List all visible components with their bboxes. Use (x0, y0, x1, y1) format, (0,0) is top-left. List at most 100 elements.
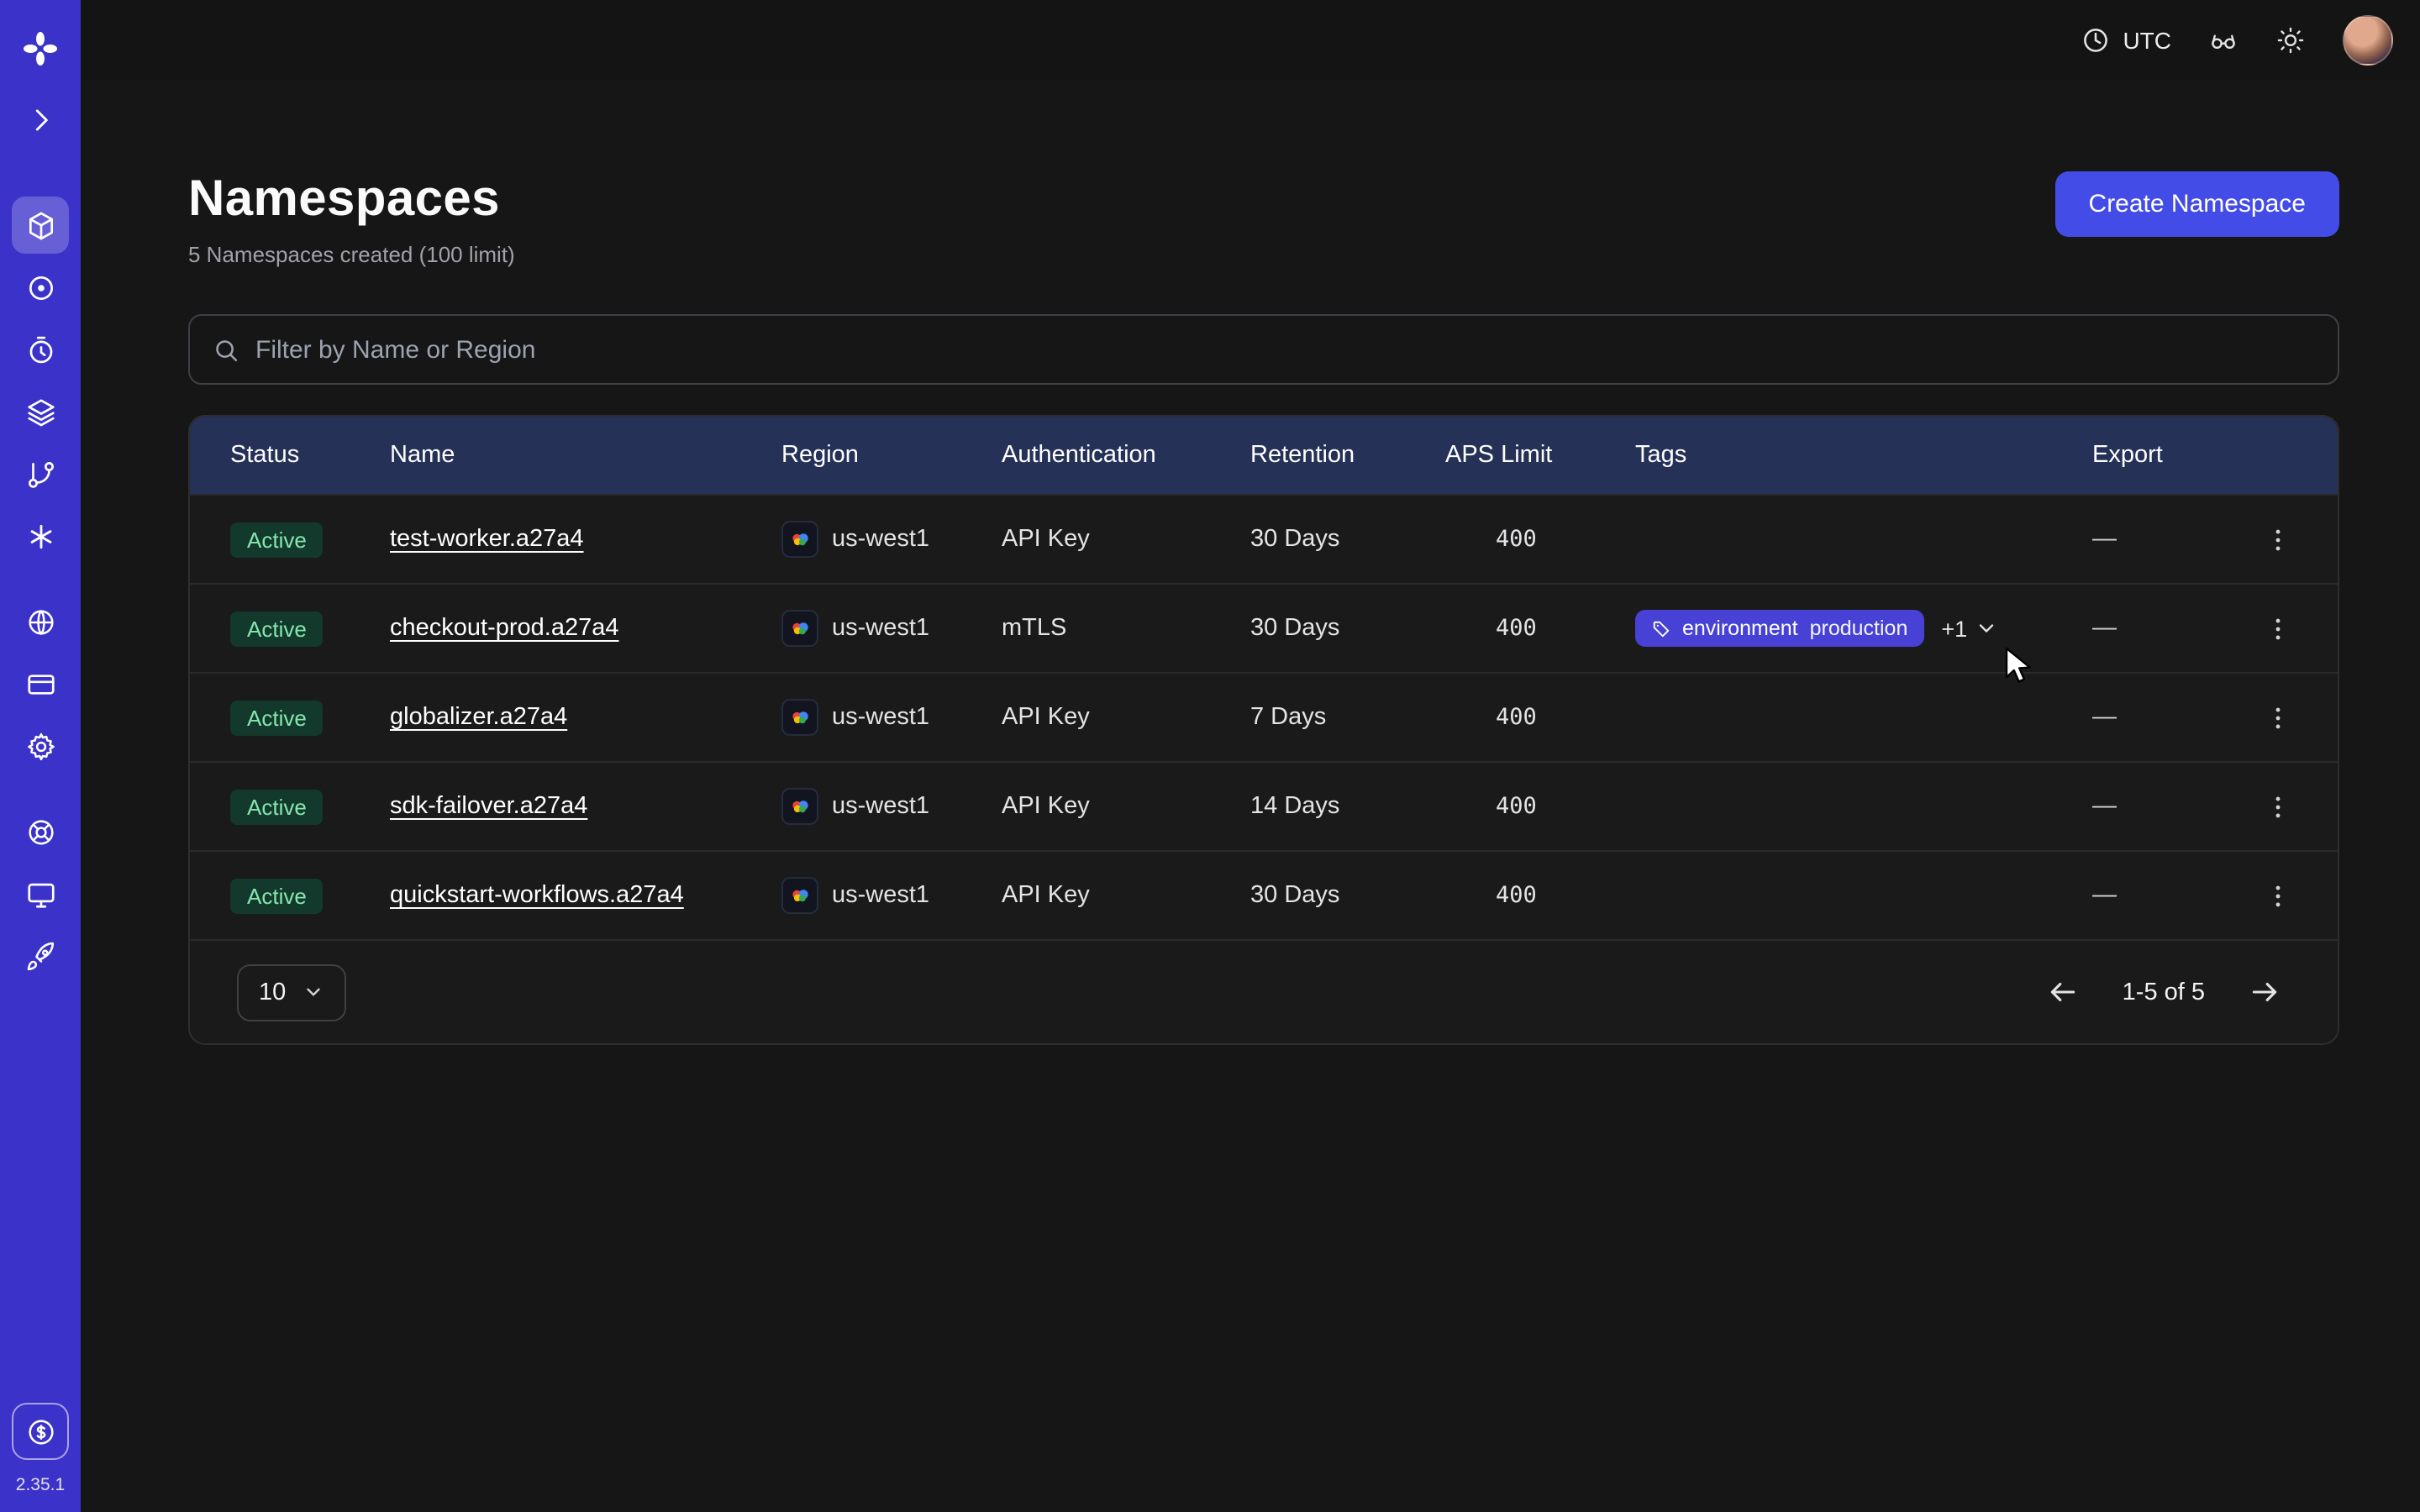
col-authentication: Authentication (1002, 442, 1250, 469)
col-aps-limit: APS Limit (1445, 442, 1635, 469)
timezone-selector[interactable]: UTC (2081, 25, 2171, 55)
sidebar: 2.35.1 (0, 0, 81, 1512)
next-page-button[interactable] (2249, 976, 2281, 1008)
arrow-right-icon (2249, 976, 2281, 1008)
filter-input[interactable] (255, 335, 2316, 364)
cube-icon (24, 209, 56, 241)
namespace-link[interactable]: sdk-failover.a27a4 (390, 793, 587, 820)
timer-icon (24, 333, 56, 365)
monitor-icon (24, 878, 56, 910)
usage-button[interactable] (12, 1403, 69, 1460)
kebab-icon (2263, 881, 2291, 910)
sidebar-item-console[interactable] (12, 865, 69, 922)
chevron-right-icon (24, 103, 56, 135)
clock-icon (2081, 25, 2111, 55)
export-value: — (2092, 882, 2117, 909)
sidebar-item-globe[interactable] (12, 593, 69, 650)
namespaces-table: Status Name Region Authentication Retent… (188, 415, 2339, 1045)
auth-cell: API Key (1002, 526, 1250, 553)
version-label: 2.35.1 (16, 1475, 65, 1495)
gcp-cloud-icon (781, 699, 818, 736)
status-badge: Active (230, 878, 324, 913)
gcp-cloud-icon (781, 521, 818, 558)
sidebar-item-settings[interactable] (12, 717, 69, 774)
row-menu-button[interactable] (2254, 872, 2301, 919)
namespace-link[interactable]: test-worker.a27a4 (390, 526, 584, 553)
col-region: Region (781, 442, 1002, 469)
sidebar-item-schedules[interactable] (12, 321, 69, 378)
sidebar-item-monitoring[interactable] (12, 259, 69, 316)
sidebar-item-stack[interactable] (12, 383, 69, 440)
status-badge: Active (230, 611, 324, 646)
status-badge: Active (230, 522, 324, 557)
tag-badge[interactable]: environment production (1635, 610, 1924, 647)
temporal-logo-icon (22, 30, 59, 67)
create-namespace-button[interactable]: Create Namespace (2055, 171, 2339, 237)
status-badge: Active (230, 700, 324, 735)
retention-cell: 7 Days (1250, 704, 1445, 731)
app-root: 2.35.1 UTC Namespaces 5 Namespaces creat… (0, 0, 2420, 1512)
aps-limit-value: 400 (1496, 704, 1537, 731)
table-footer: 10 1-5 of 5 (190, 939, 2338, 1043)
sidebar-nav-primary (12, 192, 69, 564)
row-menu-button[interactable] (2254, 694, 2301, 741)
region-label: us-west1 (832, 526, 929, 553)
sun-icon (2275, 25, 2306, 55)
tags-expand[interactable]: +1 (1941, 616, 1997, 641)
sidebar-nav-help (12, 798, 69, 984)
chevron-down-icon (1974, 617, 1997, 640)
table-row: Active globalizer.a27a4 us-west1 API Key… (190, 672, 2338, 761)
sidebar-item-namespaces[interactable] (12, 197, 69, 254)
chevron-down-icon (302, 981, 324, 1003)
page-size-select[interactable]: 10 (237, 963, 346, 1021)
row-menu-button[interactable] (2254, 605, 2301, 652)
page-header: Namespaces 5 Namespaces created (100 lim… (188, 171, 2339, 267)
namespace-link[interactable]: quickstart-workflows.a27a4 (390, 882, 684, 909)
timezone-label: UTC (2123, 27, 2171, 54)
kebab-icon (2263, 703, 2291, 732)
auth-cell: mTLS (1002, 615, 1250, 642)
status-badge: Active (230, 789, 324, 824)
table-row: Active test-worker.a27a4 us-west1 API Ke… (190, 494, 2338, 583)
labs-toggle[interactable] (2208, 25, 2238, 55)
sidebar-item-nexus[interactable] (12, 507, 69, 564)
table-row: Active quickstart-workflows.a27a4 us-wes… (190, 850, 2338, 939)
retention-cell: 30 Days (1250, 526, 1445, 553)
aps-limit-value: 400 (1496, 793, 1537, 820)
export-value: — (2092, 615, 2117, 642)
namespace-link[interactable]: globalizer.a27a4 (390, 704, 567, 731)
search-icon (212, 335, 240, 364)
col-status: Status (190, 442, 390, 469)
gcp-cloud-icon (781, 610, 818, 647)
row-menu-button[interactable] (2254, 516, 2301, 563)
content-area: UTC Namespaces 5 Namespaces created (100… (81, 0, 2420, 1512)
arrow-left-icon (2047, 976, 2079, 1008)
theme-toggle[interactable] (2275, 25, 2306, 55)
filter-searchbar[interactable] (188, 314, 2339, 385)
aps-limit-value: 400 (1496, 526, 1537, 553)
page-title: Namespaces (188, 171, 515, 228)
row-menu-button[interactable] (2254, 783, 2301, 830)
auth-cell: API Key (1002, 704, 1250, 731)
pagination: 1-5 of 5 (2047, 976, 2281, 1008)
temporal-logo[interactable] (12, 20, 69, 77)
region-label: us-west1 (832, 704, 929, 731)
sidebar-item-support[interactable] (12, 803, 69, 860)
sidebar-expand-button[interactable] (12, 91, 69, 148)
lifebuoy-icon (24, 816, 56, 848)
sidebar-item-getting-started[interactable] (12, 927, 69, 984)
namespace-link[interactable]: checkout-prod.a27a4 (390, 615, 619, 642)
aps-limit-value: 400 (1496, 882, 1537, 909)
gcp-cloud-icon (781, 788, 818, 825)
user-avatar[interactable] (2343, 15, 2393, 66)
tags-more-count: +1 (1941, 616, 1967, 641)
sidebar-item-deployments[interactable] (12, 445, 69, 502)
prev-page-button[interactable] (2047, 976, 2079, 1008)
credit-card-icon (24, 668, 56, 700)
tag-icon (1652, 619, 1670, 638)
sidebar-item-billing[interactable] (12, 655, 69, 712)
layers-icon (24, 396, 56, 428)
auth-cell: API Key (1002, 882, 1250, 909)
region-label: us-west1 (832, 793, 929, 820)
auth-cell: API Key (1002, 793, 1250, 820)
